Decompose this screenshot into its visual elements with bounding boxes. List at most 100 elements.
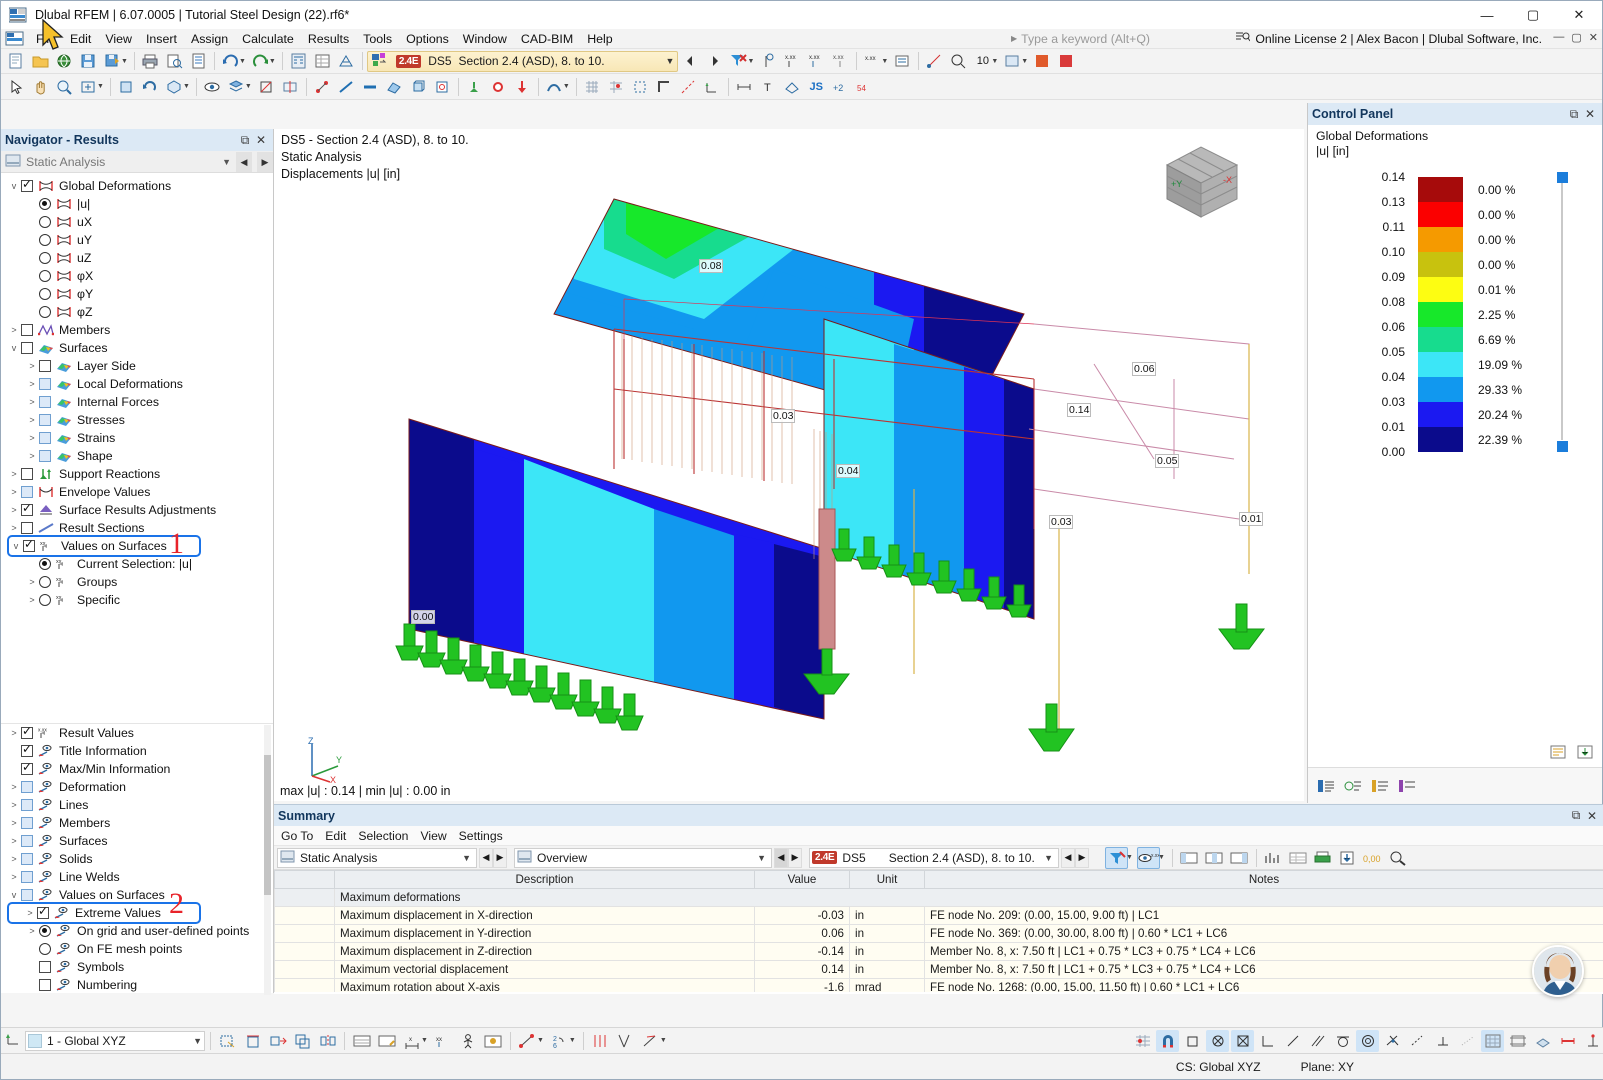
legend-color-band[interactable] bbox=[1418, 252, 1463, 277]
redo-dropdown-icon[interactable]: ▼ bbox=[269, 58, 276, 65]
legend-export-icon[interactable] bbox=[1573, 741, 1596, 763]
tree-radio[interactable] bbox=[39, 198, 51, 210]
tree-checkbox[interactable] bbox=[21, 486, 33, 498]
summary-menu-selection[interactable]: Selection bbox=[358, 829, 408, 843]
surfaces-tb-icon[interactable] bbox=[383, 76, 406, 98]
zoom-all-dropdown-icon[interactable]: ▼ bbox=[97, 83, 104, 90]
tree-expander[interactable]: > bbox=[25, 595, 39, 605]
solids-tb-icon[interactable] bbox=[407, 76, 430, 98]
summary-analysis-nav[interactable]: ◀▶ bbox=[479, 848, 507, 868]
next-design-situation-icon[interactable] bbox=[703, 50, 726, 72]
snap-line-icon[interactable] bbox=[1281, 1030, 1304, 1052]
tree-item-strains[interactable]: >Strains bbox=[1, 429, 273, 447]
summary-values-icon[interactable]: x.xx bbox=[1137, 847, 1160, 869]
summary-view-next-icon[interactable]: ▶ bbox=[788, 848, 802, 868]
tree-radio[interactable] bbox=[39, 216, 51, 228]
legend-tab-colors-icon[interactable] bbox=[1314, 775, 1337, 797]
analysis-next-icon[interactable]: ▶ bbox=[257, 152, 273, 172]
maximize-button[interactable]: ▢ bbox=[1510, 1, 1556, 29]
view-mode-dropdown-icon[interactable]: ▼ bbox=[1021, 58, 1028, 65]
result-values-xxx-icon[interactable]: x.xx bbox=[781, 50, 804, 72]
osnap-icon[interactable] bbox=[629, 76, 652, 98]
design-situation-combo[interactable]: 2.4E DS5 Section 2.4 (ASD), 8. to 10. ▼ bbox=[367, 51, 679, 72]
summary-print-icon[interactable] bbox=[1312, 847, 1335, 869]
tree-item-max-min-information[interactable]: Max/Min Information bbox=[1, 760, 273, 778]
values-status-icon[interactable]: xx bbox=[432, 1030, 455, 1052]
cs-icon[interactable] bbox=[701, 76, 724, 98]
tree-checkbox[interactable] bbox=[21, 522, 33, 534]
tree-checkbox[interactable] bbox=[21, 781, 33, 793]
tree-expander[interactable]: > bbox=[7, 523, 21, 533]
tree-item-x[interactable]: φX bbox=[1, 267, 273, 285]
tree-checkbox[interactable] bbox=[39, 979, 51, 991]
person-icon[interactable] bbox=[457, 1030, 480, 1052]
tree-expander[interactable]: > bbox=[7, 469, 21, 479]
navigator-analysis-selector[interactable]: Static Analysis ▼ ◀ ▶ bbox=[1, 151, 273, 173]
openings-icon[interactable] bbox=[431, 76, 454, 98]
navigator-tree-results[interactable]: vGlobal Deformations|u|uXuYuZφXφYφZ>Memb… bbox=[1, 173, 273, 733]
table-row[interactable]: Maximum vectorial displacement0.14inMemb… bbox=[275, 961, 1603, 979]
tree-checkbox[interactable] bbox=[37, 907, 49, 919]
tree-item-line-welds[interactable]: >Line Welds bbox=[1, 868, 273, 886]
menu-item-cadbim[interactable]: CAD-BIM bbox=[514, 31, 580, 47]
summary-filter-icon[interactable] bbox=[1105, 847, 1128, 869]
snap-icon[interactable] bbox=[923, 50, 946, 72]
menu-item-help[interactable]: Help bbox=[580, 31, 619, 47]
measure-icon[interactable] bbox=[781, 76, 804, 98]
tree-item-stresses[interactable]: >Stresses bbox=[1, 411, 273, 429]
tree-checkbox[interactable] bbox=[21, 835, 33, 847]
summary-filter-dropdown-icon[interactable]: ▼ bbox=[1126, 854, 1133, 861]
color-legend[interactable]: 0.00 %0.00 %0.00 %0.00 %0.01 %2.25 %6.69… bbox=[1308, 171, 1602, 461]
result-values2-icon[interactable]: x.xx bbox=[805, 50, 828, 72]
tree-checkbox[interactable] bbox=[39, 414, 51, 426]
loads-icon[interactable] bbox=[511, 76, 534, 98]
summary-menu-goto[interactable]: Go To bbox=[281, 829, 313, 843]
minimize-button[interactable]: — bbox=[1464, 1, 1510, 29]
tree-item-solids[interactable]: >Solids bbox=[1, 850, 273, 868]
tree-expander[interactable]: > bbox=[25, 451, 39, 461]
workplane-icon[interactable] bbox=[1506, 1030, 1529, 1052]
navigator-scrollbar[interactable] bbox=[264, 725, 271, 995]
summary-menu-settings[interactable]: Settings bbox=[459, 829, 503, 843]
zoom-value-icon[interactable] bbox=[947, 50, 970, 72]
summary-analysis-combo[interactable]: Static Analysis ▼ bbox=[277, 848, 477, 868]
tree-item-title-information[interactable]: Title Information bbox=[1, 742, 273, 760]
legend-color-band[interactable] bbox=[1418, 352, 1463, 377]
menu-item-window[interactable]: Window bbox=[456, 31, 514, 47]
navigator-float-icon[interactable]: ⧉ bbox=[237, 133, 253, 148]
summary-design-next-icon[interactable]: ▶ bbox=[1075, 848, 1089, 868]
tree-radio[interactable] bbox=[39, 594, 51, 606]
tree-expander[interactable]: > bbox=[25, 379, 39, 389]
tree-item-global-deformations[interactable]: vGlobal Deformations bbox=[1, 177, 273, 195]
open-web-icon[interactable] bbox=[53, 50, 76, 72]
summary-menu-view[interactable]: View bbox=[420, 829, 446, 843]
summary-analysis-next-icon[interactable]: ▶ bbox=[493, 848, 507, 868]
menu-item-edit[interactable]: Edit bbox=[63, 31, 98, 47]
addon2-icon[interactable]: 54 bbox=[853, 76, 876, 98]
perpendicular-dropdown-icon[interactable]: ▼ bbox=[660, 1037, 667, 1044]
tree-item-internal-forces[interactable]: >Internal Forces bbox=[1, 393, 273, 411]
photo-icon[interactable] bbox=[482, 1030, 505, 1052]
tree-item-support-reactions[interactable]: >Support Reactions bbox=[1, 465, 273, 483]
tree-expander[interactable]: > bbox=[7, 800, 21, 810]
menu-item-view[interactable]: View bbox=[98, 31, 139, 47]
summary-table-icon[interactable] bbox=[1287, 847, 1310, 869]
summary-design-dropdown-icon[interactable]: ▼ bbox=[1041, 853, 1056, 863]
snap-perp2-icon[interactable] bbox=[1431, 1030, 1454, 1052]
guideline-icon[interactable] bbox=[677, 76, 700, 98]
summary-view-nav[interactable]: ◀▶ bbox=[774, 848, 802, 868]
tree-radio[interactable] bbox=[39, 925, 51, 937]
grid-icon[interactable] bbox=[581, 76, 604, 98]
coordinate-system-combo[interactable]: 1 - Global XYZ ▼ bbox=[25, 1031, 205, 1051]
tree-checkbox[interactable] bbox=[39, 450, 51, 462]
tree-checkbox[interactable] bbox=[21, 889, 33, 901]
model-viewport[interactable]: DS5 - Section 2.4 (ASD), 8. to 10. Stati… bbox=[274, 129, 1304, 801]
mesh-icon[interactable] bbox=[335, 50, 358, 72]
tree-radio[interactable] bbox=[39, 234, 51, 246]
navigator-close-icon[interactable]: ✕ bbox=[253, 133, 269, 147]
tree-checkbox[interactable] bbox=[21, 342, 33, 354]
navigator-scrollbar-thumb[interactable] bbox=[264, 755, 271, 895]
snap-nearest-icon[interactable] bbox=[1456, 1030, 1479, 1052]
summary-decimal-icon[interactable]: 0,00 bbox=[1362, 847, 1385, 869]
tree-item-ux[interactable]: uX bbox=[1, 213, 273, 231]
